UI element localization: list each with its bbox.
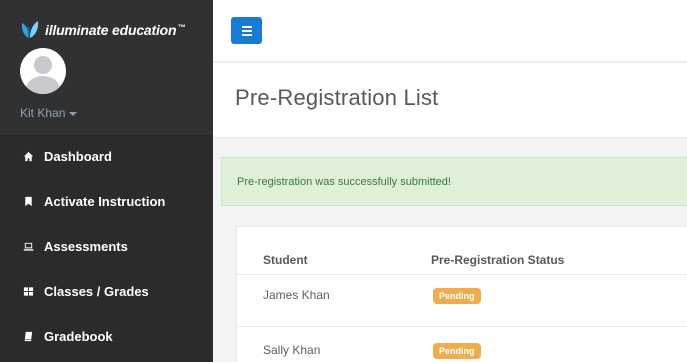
column-header-status: Pre-Registration Status — [431, 253, 565, 267]
status-badge: Pending — [433, 343, 481, 359]
alert-message: Pre-registration was successfully submit… — [237, 175, 451, 188]
user-name: Kit Khan — [20, 106, 66, 120]
column-header-student: Student — [263, 253, 308, 267]
table-row: Sally Khan Pending — [237, 328, 687, 362]
avatar-head-icon — [34, 56, 52, 74]
sidebar-item-gradebook[interactable]: Gradebook — [0, 314, 213, 359]
top-navbar — [213, 0, 687, 62]
sidebar: illuminate education ™ Kit Khan Dashboar… — [0, 0, 213, 362]
sidebar-item-label: Activate Instruction — [44, 194, 166, 209]
table-header: Student Pre-Registration Status — [237, 227, 687, 275]
brand-trademark: ™ — [177, 22, 186, 32]
status-badge: Pending — [433, 288, 481, 304]
user-menu[interactable]: Kit Khan — [20, 106, 78, 120]
sidebar-item-label: Classes / Grades — [44, 284, 149, 299]
pre-registration-table: Student Pre-Registration Status James Kh… — [236, 226, 687, 362]
hamburger-icon — [241, 29, 252, 32]
bookmark-icon — [22, 196, 34, 208]
sidebar-item-label: Dashboard — [44, 149, 112, 164]
laptop-icon — [22, 241, 34, 253]
sidebar-item-dashboard[interactable]: Dashboard — [0, 134, 213, 179]
butterfly-logo-icon — [18, 18, 42, 42]
sidebar-item-classes-grades[interactable]: Classes / Grades — [0, 269, 213, 314]
hamburger-icon — [241, 25, 252, 28]
sidebar-item-label: Assessments — [44, 239, 128, 254]
student-name: Sally Khan — [263, 343, 321, 357]
page-title: Pre-Registration List — [235, 85, 439, 110]
sidebar-item-label: Gradebook — [44, 329, 113, 344]
table-row: James Khan Pending — [237, 275, 687, 327]
avatar-body-icon — [26, 76, 60, 94]
student-name: James Khan — [263, 288, 330, 302]
sidebar-item-activate-instruction[interactable]: Activate Instruction — [0, 179, 213, 224]
sidebar-nav: Dashboard Activate Instruction Assessmen… — [0, 134, 213, 359]
avatar[interactable] — [20, 48, 66, 94]
success-alert: Pre-registration was successfully submit… — [221, 157, 687, 206]
book-icon — [22, 331, 34, 343]
page-heading: Pre-Registration List — [213, 63, 687, 138]
sidebar-profile: illuminate education ™ Kit Khan — [0, 0, 213, 134]
caret-down-icon — [69, 112, 78, 116]
sidebar-item-assessments[interactable]: Assessments — [0, 224, 213, 269]
home-icon — [22, 151, 34, 163]
brand-logo[interactable]: illuminate education ™ — [18, 18, 185, 42]
grid-icon — [22, 286, 34, 298]
hamburger-icon — [241, 33, 252, 36]
brand-name: illuminate education — [45, 22, 177, 38]
menu-toggle-button[interactable] — [231, 17, 262, 44]
